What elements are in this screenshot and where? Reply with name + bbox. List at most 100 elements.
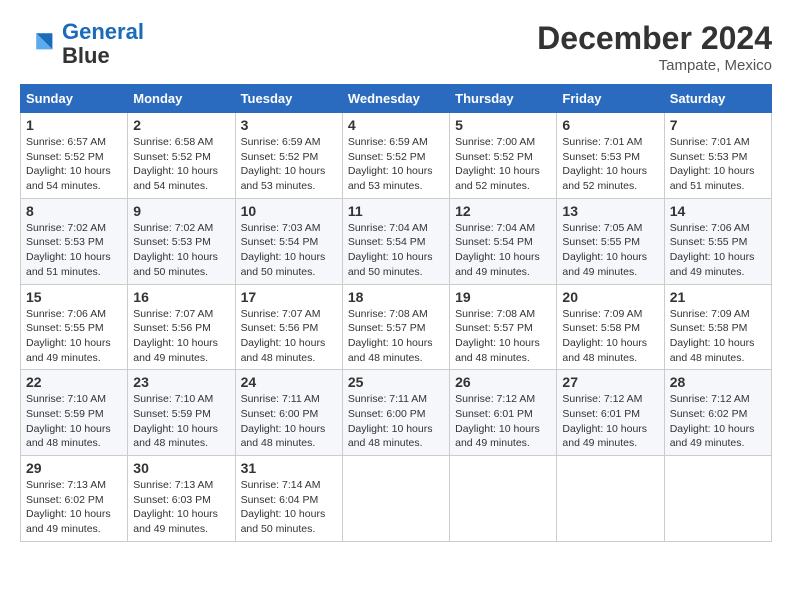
day-number: 20	[562, 289, 658, 305]
day-info: Sunrise: 7:08 AM Sunset: 5:57 PM Dayligh…	[455, 307, 551, 366]
calendar-day-cell: 24 Sunrise: 7:11 AM Sunset: 6:00 PM Dayl…	[235, 370, 342, 456]
day-number: 11	[348, 203, 444, 219]
calendar-day-cell: 31 Sunrise: 7:14 AM Sunset: 6:04 PM Dayl…	[235, 456, 342, 542]
calendar-day-cell: 8 Sunrise: 7:02 AM Sunset: 5:53 PM Dayli…	[21, 198, 128, 284]
day-info: Sunrise: 7:10 AM Sunset: 5:59 PM Dayligh…	[26, 392, 122, 451]
calendar-day-cell	[342, 456, 449, 542]
day-number: 24	[241, 374, 337, 390]
calendar-day-cell: 1 Sunrise: 6:57 AM Sunset: 5:52 PM Dayli…	[21, 113, 128, 199]
col-monday: Monday	[128, 85, 235, 113]
day-info: Sunrise: 7:14 AM Sunset: 6:04 PM Dayligh…	[241, 478, 337, 537]
day-info: Sunrise: 7:12 AM Sunset: 6:01 PM Dayligh…	[562, 392, 658, 451]
day-number: 8	[26, 203, 122, 219]
day-info: Sunrise: 7:07 AM Sunset: 5:56 PM Dayligh…	[133, 307, 229, 366]
day-info: Sunrise: 7:12 AM Sunset: 6:02 PM Dayligh…	[670, 392, 766, 451]
calendar-header-row: Sunday Monday Tuesday Wednesday Thursday…	[21, 85, 772, 113]
day-info: Sunrise: 6:58 AM Sunset: 5:52 PM Dayligh…	[133, 135, 229, 194]
calendar-day-cell: 4 Sunrise: 6:59 AM Sunset: 5:52 PM Dayli…	[342, 113, 449, 199]
calendar-day-cell	[450, 456, 557, 542]
day-info: Sunrise: 6:57 AM Sunset: 5:52 PM Dayligh…	[26, 135, 122, 194]
day-info: Sunrise: 7:09 AM Sunset: 5:58 PM Dayligh…	[562, 307, 658, 366]
col-tuesday: Tuesday	[235, 85, 342, 113]
logo: GeneralBlue	[20, 20, 144, 68]
calendar-day-cell: 7 Sunrise: 7:01 AM Sunset: 5:53 PM Dayli…	[664, 113, 771, 199]
day-number: 2	[133, 117, 229, 133]
calendar-day-cell	[557, 456, 664, 542]
day-number: 19	[455, 289, 551, 305]
day-info: Sunrise: 7:09 AM Sunset: 5:58 PM Dayligh…	[670, 307, 766, 366]
calendar-day-cell: 14 Sunrise: 7:06 AM Sunset: 5:55 PM Dayl…	[664, 198, 771, 284]
col-saturday: Saturday	[664, 85, 771, 113]
day-number: 16	[133, 289, 229, 305]
calendar-day-cell: 19 Sunrise: 7:08 AM Sunset: 5:57 PM Dayl…	[450, 284, 557, 370]
calendar-day-cell: 6 Sunrise: 7:01 AM Sunset: 5:53 PM Dayli…	[557, 113, 664, 199]
calendar-day-cell: 21 Sunrise: 7:09 AM Sunset: 5:58 PM Dayl…	[664, 284, 771, 370]
day-info: Sunrise: 7:13 AM Sunset: 6:03 PM Dayligh…	[133, 478, 229, 537]
day-number: 26	[455, 374, 551, 390]
logo-icon	[20, 26, 56, 62]
day-info: Sunrise: 7:00 AM Sunset: 5:52 PM Dayligh…	[455, 135, 551, 194]
calendar-week-row: 15 Sunrise: 7:06 AM Sunset: 5:55 PM Dayl…	[21, 284, 772, 370]
day-number: 14	[670, 203, 766, 219]
day-number: 9	[133, 203, 229, 219]
day-number: 5	[455, 117, 551, 133]
day-info: Sunrise: 7:01 AM Sunset: 5:53 PM Dayligh…	[670, 135, 766, 194]
col-wednesday: Wednesday	[342, 85, 449, 113]
day-number: 13	[562, 203, 658, 219]
day-info: Sunrise: 7:06 AM Sunset: 5:55 PM Dayligh…	[670, 221, 766, 280]
day-number: 10	[241, 203, 337, 219]
calendar-day-cell: 25 Sunrise: 7:11 AM Sunset: 6:00 PM Dayl…	[342, 370, 449, 456]
col-sunday: Sunday	[21, 85, 128, 113]
calendar-day-cell: 11 Sunrise: 7:04 AM Sunset: 5:54 PM Dayl…	[342, 198, 449, 284]
calendar-day-cell: 9 Sunrise: 7:02 AM Sunset: 5:53 PM Dayli…	[128, 198, 235, 284]
day-number: 27	[562, 374, 658, 390]
day-info: Sunrise: 6:59 AM Sunset: 5:52 PM Dayligh…	[241, 135, 337, 194]
calendar-day-cell: 12 Sunrise: 7:04 AM Sunset: 5:54 PM Dayl…	[450, 198, 557, 284]
day-info: Sunrise: 7:04 AM Sunset: 5:54 PM Dayligh…	[348, 221, 444, 280]
day-number: 4	[348, 117, 444, 133]
calendar-body: 1 Sunrise: 6:57 AM Sunset: 5:52 PM Dayli…	[21, 113, 772, 542]
calendar-day-cell: 30 Sunrise: 7:13 AM Sunset: 6:03 PM Dayl…	[128, 456, 235, 542]
day-info: Sunrise: 7:05 AM Sunset: 5:55 PM Dayligh…	[562, 221, 658, 280]
col-thursday: Thursday	[450, 85, 557, 113]
day-info: Sunrise: 7:08 AM Sunset: 5:57 PM Dayligh…	[348, 307, 444, 366]
calendar-week-row: 22 Sunrise: 7:10 AM Sunset: 5:59 PM Dayl…	[21, 370, 772, 456]
day-number: 6	[562, 117, 658, 133]
day-info: Sunrise: 7:07 AM Sunset: 5:56 PM Dayligh…	[241, 307, 337, 366]
day-number: 18	[348, 289, 444, 305]
col-friday: Friday	[557, 85, 664, 113]
calendar-week-row: 29 Sunrise: 7:13 AM Sunset: 6:02 PM Dayl…	[21, 456, 772, 542]
calendar-day-cell: 10 Sunrise: 7:03 AM Sunset: 5:54 PM Dayl…	[235, 198, 342, 284]
day-number: 7	[670, 117, 766, 133]
calendar-day-cell: 22 Sunrise: 7:10 AM Sunset: 5:59 PM Dayl…	[21, 370, 128, 456]
title-block: December 2024 Tampate, Mexico	[537, 20, 772, 74]
day-info: Sunrise: 6:59 AM Sunset: 5:52 PM Dayligh…	[348, 135, 444, 194]
day-info: Sunrise: 7:10 AM Sunset: 5:59 PM Dayligh…	[133, 392, 229, 451]
month-title: December 2024	[537, 20, 772, 57]
location: Tampate, Mexico	[537, 57, 772, 74]
calendar-day-cell: 18 Sunrise: 7:08 AM Sunset: 5:57 PM Dayl…	[342, 284, 449, 370]
day-number: 30	[133, 460, 229, 476]
day-info: Sunrise: 7:02 AM Sunset: 5:53 PM Dayligh…	[133, 221, 229, 280]
day-number: 12	[455, 203, 551, 219]
day-number: 31	[241, 460, 337, 476]
calendar-day-cell: 3 Sunrise: 6:59 AM Sunset: 5:52 PM Dayli…	[235, 113, 342, 199]
day-info: Sunrise: 7:01 AM Sunset: 5:53 PM Dayligh…	[562, 135, 658, 194]
calendar-day-cell: 17 Sunrise: 7:07 AM Sunset: 5:56 PM Dayl…	[235, 284, 342, 370]
day-info: Sunrise: 7:11 AM Sunset: 6:00 PM Dayligh…	[241, 392, 337, 451]
calendar-day-cell: 28 Sunrise: 7:12 AM Sunset: 6:02 PM Dayl…	[664, 370, 771, 456]
calendar-table: Sunday Monday Tuesday Wednesday Thursday…	[20, 84, 772, 542]
calendar-day-cell: 26 Sunrise: 7:12 AM Sunset: 6:01 PM Dayl…	[450, 370, 557, 456]
calendar-week-row: 8 Sunrise: 7:02 AM Sunset: 5:53 PM Dayli…	[21, 198, 772, 284]
day-info: Sunrise: 7:03 AM Sunset: 5:54 PM Dayligh…	[241, 221, 337, 280]
calendar-day-cell: 20 Sunrise: 7:09 AM Sunset: 5:58 PM Dayl…	[557, 284, 664, 370]
day-number: 3	[241, 117, 337, 133]
calendar-day-cell: 13 Sunrise: 7:05 AM Sunset: 5:55 PM Dayl…	[557, 198, 664, 284]
day-info: Sunrise: 7:02 AM Sunset: 5:53 PM Dayligh…	[26, 221, 122, 280]
calendar-day-cell: 2 Sunrise: 6:58 AM Sunset: 5:52 PM Dayli…	[128, 113, 235, 199]
calendar-day-cell: 15 Sunrise: 7:06 AM Sunset: 5:55 PM Dayl…	[21, 284, 128, 370]
day-number: 29	[26, 460, 122, 476]
day-info: Sunrise: 7:12 AM Sunset: 6:01 PM Dayligh…	[455, 392, 551, 451]
day-number: 22	[26, 374, 122, 390]
day-number: 17	[241, 289, 337, 305]
